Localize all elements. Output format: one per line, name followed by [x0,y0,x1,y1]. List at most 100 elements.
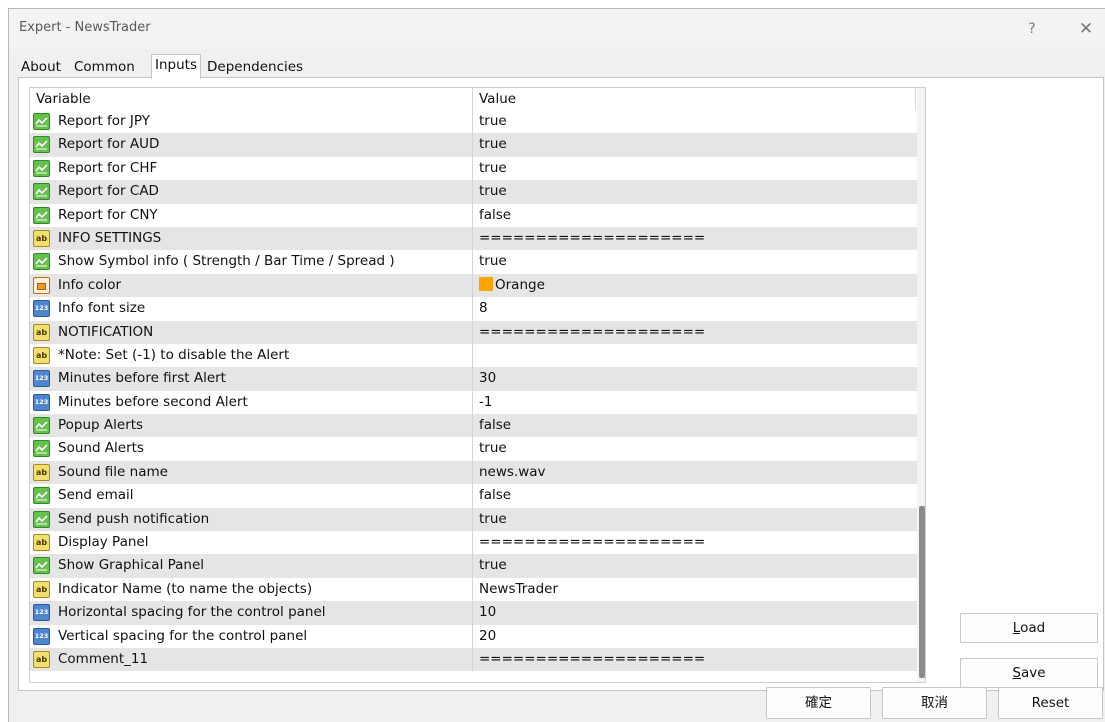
variable-value: -1 [479,393,493,410]
table-row[interactable]: Report for JPY true [30,110,925,134]
variable-value: 30 [479,370,497,387]
save-button[interactable]: Save [960,658,1098,688]
table-row[interactable]: Send push notification true [30,507,925,532]
bool-icon [33,487,50,505]
variable-name: Send email [58,487,134,504]
tab-inputs[interactable]: Inputs [151,54,201,79]
table-row[interactable]: 123 Horizontal spacing for the control pa… [30,601,925,625]
value-cell[interactable]: NewsTrader [473,578,925,601]
table-row[interactable]: Show Symbol info ( Strength / Bar Time /… [30,250,925,274]
variable-cell: Show Symbol info ( Strength / Bar Time /… [30,250,473,274]
value-cell[interactable] [473,344,925,367]
value-cell[interactable]: true [473,508,925,531]
help-button[interactable]: ? [1012,15,1052,43]
table-row[interactable]: 123 Info font size 8 [30,297,925,321]
variable-cell: Report for CAD [30,180,473,204]
table-row[interactable]: Sound Alerts true [30,437,925,461]
table-row[interactable]: Info color Orange [30,273,925,298]
variable-name: Show Graphical Panel [58,557,205,574]
table-row[interactable]: Send email false [30,484,925,508]
tab-common[interactable]: Common [71,57,138,77]
variable-cell: Report for JPY [30,110,473,134]
value-cell[interactable]: 8 [473,297,925,320]
variable-name: Send push notification [58,510,210,527]
value-cell[interactable]: true [473,180,925,203]
value-cell[interactable]: true [473,110,925,133]
value-cell[interactable]: true [473,554,925,577]
reset-button[interactable]: Reset [998,687,1103,719]
value-cell[interactable]: ==================== [473,227,925,250]
value-cell[interactable]: 10 [473,601,925,624]
variable-value: NewsTrader [479,580,558,597]
variable-name: Indicator Name (to name the objects) [58,580,313,597]
variable-cell: Send push notification [30,507,473,532]
string-icon: ab [33,323,50,341]
variable-name: NOTIFICATION [58,323,154,340]
column-header-variable[interactable]: Variable [30,88,473,110]
variable-name: Report for AUD [58,136,160,153]
load-button[interactable]: Load [960,613,1098,643]
close-button[interactable]: ✕ [1066,15,1105,43]
table-row[interactable]: 123 Minutes before second Alert -1 [30,390,925,415]
table-row[interactable]: ab Indicator Name (to name the objects) Ne… [30,577,925,602]
table-row[interactable]: Report for AUD true [30,133,925,157]
number-icon: 123 [33,393,50,411]
value-cell[interactable]: false [473,204,925,227]
table-row[interactable]: ab INFO SETTINGS ==================== [30,226,925,251]
tab-dependencies[interactable]: Dependencies [204,57,306,77]
value-cell[interactable]: -1 [473,391,925,414]
value-cell[interactable]: ==================== [473,531,925,554]
table-row[interactable]: Report for CHF true [30,156,925,181]
value-cell[interactable]: news.wav [473,461,925,484]
table-row[interactable]: Report for CAD true [30,180,925,204]
variable-name: Vertical spacing for the control panel [58,627,308,644]
variable-value: false [479,487,512,504]
value-cell[interactable]: true [473,133,925,156]
table-row[interactable]: Popup Alerts false [30,414,925,438]
variable-name: Show Symbol info ( Strength / Bar Time /… [58,253,395,270]
load-button-label: oad [1020,620,1046,636]
table-row[interactable]: 123 Minutes before first Alert 30 [30,367,925,391]
value-cell[interactable]: 20 [473,625,925,648]
table-row[interactable]: ab Comment_11 ==================== [30,647,925,672]
cancel-button[interactable]: 取消 [882,687,987,719]
table-row[interactable]: ab Display Panel ==================== [30,531,925,555]
value-cell[interactable]: false [473,484,925,507]
variable-name: Report for JPY [58,113,150,129]
column-header-value[interactable]: Value [473,88,916,110]
variable-cell: Send email [30,484,473,508]
variable-name: Sound Alerts [58,440,144,457]
table-row[interactable]: 123 Vertical spacing for the control pane… [30,624,925,648]
ok-button[interactable]: 確定 [766,687,871,719]
variable-cell: Info color [30,273,473,298]
string-icon: ab [33,650,50,668]
value-cell[interactable]: ==================== [473,321,925,344]
variable-cell: 123 Minutes before second Alert [30,390,473,415]
variable-value: ==================== [479,323,706,340]
bool-icon [33,417,50,435]
table-row[interactable]: ab Sound file name news.wav [30,460,925,485]
variable-cell: Popup Alerts [30,414,473,438]
value-cell[interactable]: true [473,157,925,180]
bool-icon [33,183,50,201]
variable-name: Report for CHF [58,159,158,176]
value-cell[interactable]: Orange [473,274,925,297]
table-row[interactable]: ab *Note: Set (-1) to disable the Alert [30,343,925,368]
table-row[interactable]: ab NOTIFICATION ==================== [30,320,925,344]
bool-icon [33,113,50,130]
string-icon: ab [33,463,50,481]
value-cell[interactable]: 30 [473,367,925,390]
table-row[interactable]: Show Graphical Panel true [30,554,925,578]
vertical-scrollbar[interactable] [917,88,925,682]
table-row[interactable]: Report for CNY false [30,203,925,227]
variable-cell: Report for CHF [30,156,473,181]
value-cell[interactable]: ==================== [473,648,925,671]
scrollbar-thumb[interactable] [919,506,925,678]
value-cell[interactable]: false [473,414,925,437]
variable-name: Info color [58,276,122,293]
value-cell[interactable]: true [473,250,925,273]
tab-about[interactable]: About [18,57,64,77]
value-cell[interactable]: true [473,437,925,460]
expert-properties-dialog: Expert - NewsTrader ? ✕ About Common Inp… [8,8,1105,722]
variable-value: false [479,417,512,434]
